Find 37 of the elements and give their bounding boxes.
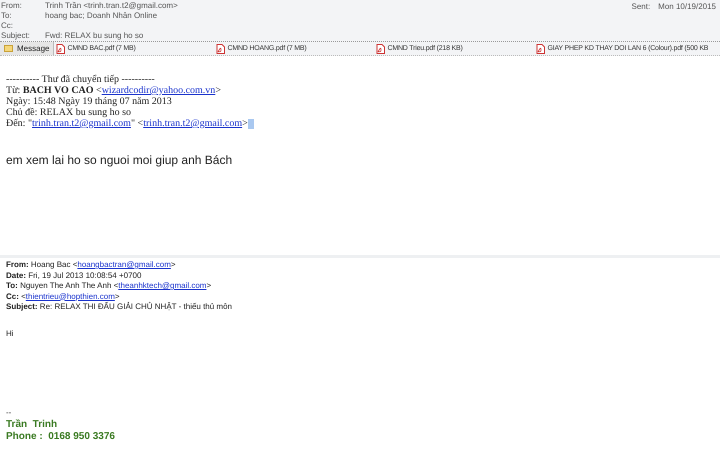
signature-name: Trần Trinh xyxy=(6,418,58,430)
email-link[interactable]: trinh.tran.t2@gmail.com xyxy=(32,118,131,129)
signature-separator: -- xyxy=(6,406,12,418)
forwarded-header-line: Chủ đề: RELAX bu sung ho so xyxy=(6,107,132,118)
quoted-header-line: Date: Fri, 19 Jul 2013 10:08:54 +0700 xyxy=(6,270,142,281)
email-link[interactable]: wizardcodir@yahoo.com.vn xyxy=(102,85,216,96)
email-link[interactable]: theanhktech@gmail.com xyxy=(118,281,206,290)
field-value: Fwd: RELAX bu sung ho so xyxy=(45,30,144,42)
pdf-file-icon xyxy=(536,44,546,54)
forwarded-header-line: Đến: "trinh.tran.t2@gmail.com" <trinh.tran.t2@gmail.com> xyxy=(6,118,720,129)
field-label: Sent: xyxy=(631,1,650,13)
field-value: hoang bac; Doanh Nhân Online xyxy=(45,10,158,22)
email-link[interactable]: hoangbactran@gmail.com xyxy=(77,260,171,269)
forwarded-header-line: ---------- Thư đã chuyển tiếp ---------- xyxy=(6,74,156,85)
greeting-text: Hi xyxy=(6,328,15,340)
pdf-file-icon xyxy=(216,44,226,54)
field-value: Mon 10/19/2015 xyxy=(658,1,716,13)
field-label: To: xyxy=(0,10,13,22)
quoted-header-line: From: Hoang Bac <hoangbactran@gmail.com> xyxy=(6,260,177,270)
field-value: Trinh Trần <trinh.tran.t2@gmail.com> xyxy=(45,0,178,12)
quoted-header-line: To: Nguyen The Anh The Anh <theanhktech@gmail.com> xyxy=(6,281,212,292)
forwarded-header-line: Từ: BACH VO CAO <wizardcodir@yahoo.com.vn> xyxy=(6,85,222,96)
pdf-file-icon xyxy=(56,44,66,54)
message-tab[interactable]: Message xyxy=(0,42,54,55)
email-link[interactable]: trinh.tran.t2@gmail.com xyxy=(143,118,242,129)
envelope-icon xyxy=(4,45,13,52)
forwarded-header-line: Ngày: 15:48 Ngày 19 tháng 07 năm 2013 xyxy=(6,96,173,107)
text-selection-highlight xyxy=(248,118,254,129)
message-text: em xem lai ho so nguoi moi giup anh Bách xyxy=(6,152,234,169)
quoted-header-line: Subject: Re: RELAX THI ĐẤU GIẢI CHỦ NHẬT - thiếu thủ môn xyxy=(6,302,233,312)
field-label: Subject: xyxy=(0,30,31,42)
email-link[interactable]: thientrieu@hopthien.com xyxy=(26,292,115,300)
signature-phone: Phone : 0168 950 3376 xyxy=(6,430,116,442)
field-label: From: xyxy=(0,0,23,12)
quoted-header-line: Cc: <thientrieu@hopthien.com> xyxy=(6,292,121,302)
field-label: Cc: xyxy=(0,20,14,32)
pdf-file-icon xyxy=(376,44,386,54)
